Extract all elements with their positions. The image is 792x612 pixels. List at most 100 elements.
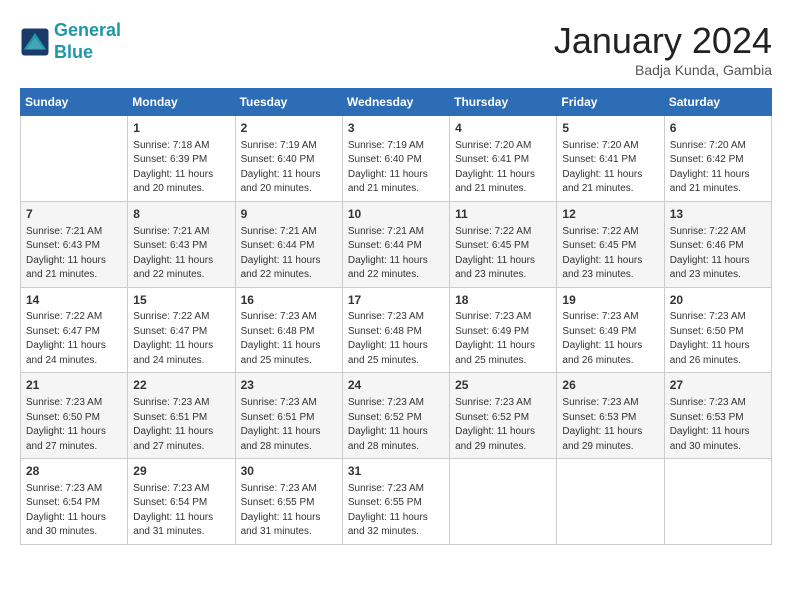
- day-header-monday: Monday: [128, 89, 235, 116]
- day-number: 31: [348, 463, 444, 480]
- day-number: 21: [26, 377, 122, 394]
- calendar-cell: 7Sunrise: 7:21 AM Sunset: 6:43 PM Daylig…: [21, 201, 128, 287]
- calendar-cell: 21 Sunrise: 7:23 AM Sunset: 6:50 PM Dayli…: [21, 373, 128, 459]
- day-number: 7: [26, 206, 122, 223]
- day-info: Sunrise: 7:23 AM Sunset: 6:50 PM Dayligh…: [26, 396, 122, 454]
- day-number: 17: [348, 292, 444, 309]
- calendar-cell: 30Sunrise: 7:23 AM Sunset: 6:55 PM Dayli…: [235, 459, 342, 545]
- day-header-sunday: Sunday: [21, 89, 128, 116]
- day-number: 18: [455, 292, 551, 309]
- day-number: 4: [455, 120, 551, 137]
- day-header-thursday: Thursday: [450, 89, 557, 116]
- month-title: January 2024: [554, 20, 772, 62]
- day-number: 12: [562, 206, 658, 223]
- day-info: Sunrise: 7:21 AM Sunset: 6:43 PM Dayligh…: [133, 225, 229, 283]
- calendar-cell: 8 Sunrise: 7:21 AM Sunset: 6:43 PM Daylig…: [128, 201, 235, 287]
- day-info: Sunrise: 7:23 AM Sunset: 6:54 PM Dayligh…: [133, 482, 229, 540]
- day-number: 6: [670, 120, 766, 137]
- calendar-cell: 13 Sunrise: 7:22 AM Sunset: 6:46 PM Dayli…: [664, 201, 771, 287]
- week-row-3: 14Sunrise: 7:22 AM Sunset: 6:47 PM Dayli…: [21, 287, 772, 373]
- day-info: Sunrise: 7:19 AM Sunset: 6:40 PM Dayligh…: [241, 139, 337, 197]
- week-row-2: 7 Sunrise: 7:21 AM Sunset: 6:43 PM Daylig…: [21, 201, 772, 287]
- calendar-cell: 31 Sunrise: 7:23 AM Sunset: 6:55 PM Dayli…: [342, 459, 449, 545]
- calendar-cell: 24Sunrise: 7:23 AM Sunset: 6:52 PM Dayli…: [342, 373, 449, 459]
- day-number: 15: [133, 292, 229, 309]
- day-info: Sunrise: 7:23 AM Sunset: 6:53 PM Dayligh…: [562, 396, 658, 454]
- day-header-wednesday: Wednesday: [342, 89, 449, 116]
- calendar-header-row: SundayMondayTuesdayWednesdayThursdayFrid…: [21, 89, 772, 116]
- title-block: January 2024 Badja Kunda, Gambia: [554, 20, 772, 78]
- calendar-cell: 23 Sunrise: 7:23 AM Sunset: 6:51 PM Dayli…: [235, 373, 342, 459]
- day-number: 23: [241, 377, 337, 394]
- day-info: Sunrise: 7:22 AM Sunset: 6:45 PM Dayligh…: [455, 225, 551, 283]
- calendar-cell: 4 Sunrise: 7:20 AM Sunset: 6:41 PM Daylig…: [450, 116, 557, 202]
- day-info: Sunrise: 7:21 AM Sunset: 6:44 PM Dayligh…: [241, 225, 337, 283]
- day-number: 20: [670, 292, 766, 309]
- day-info: Sunrise: 7:23 AM Sunset: 6:52 PM Dayligh…: [348, 396, 444, 454]
- day-info: Sunrise: 7:23 AM Sunset: 6:54 PM Dayligh…: [26, 482, 122, 540]
- calendar-cell: 2 Sunrise: 7:19 AM Sunset: 6:40 PM Daylig…: [235, 116, 342, 202]
- calendar-cell: 6Sunrise: 7:20 AM Sunset: 6:42 PM Daylig…: [664, 116, 771, 202]
- calendar-cell: 18Sunrise: 7:23 AM Sunset: 6:49 PM Dayli…: [450, 287, 557, 373]
- day-number: 5: [562, 120, 658, 137]
- calendar-cell: 19Sunrise: 7:23 AM Sunset: 6:49 PM Dayli…: [557, 287, 664, 373]
- day-info: Sunrise: 7:22 AM Sunset: 6:46 PM Dayligh…: [670, 225, 766, 283]
- calendar-cell: 28 Sunrise: 7:23 AM Sunset: 6:54 PM Dayli…: [21, 459, 128, 545]
- day-info: Sunrise: 7:22 AM Sunset: 6:47 PM Dayligh…: [26, 310, 122, 368]
- day-number: 8: [133, 206, 229, 223]
- calendar-cell: 3Sunrise: 7:19 AM Sunset: 6:40 PM Daylig…: [342, 116, 449, 202]
- day-number: 10: [348, 206, 444, 223]
- day-number: 2: [241, 120, 337, 137]
- day-number: 14: [26, 292, 122, 309]
- calendar-cell: 27 Sunrise: 7:23 AM Sunset: 6:53 PM Dayli…: [664, 373, 771, 459]
- calendar-cell: [557, 459, 664, 545]
- day-info: Sunrise: 7:18 AM Sunset: 6:39 PM Dayligh…: [133, 139, 229, 197]
- calendar-cell: 22Sunrise: 7:23 AM Sunset: 6:51 PM Dayli…: [128, 373, 235, 459]
- day-info: Sunrise: 7:22 AM Sunset: 6:47 PM Dayligh…: [133, 310, 229, 368]
- calendar-cell: [664, 459, 771, 545]
- day-number: 13: [670, 206, 766, 223]
- day-number: 27: [670, 377, 766, 394]
- day-number: 3: [348, 120, 444, 137]
- logo: General Blue: [20, 20, 121, 63]
- page-header: General Blue January 2024 Badja Kunda, G…: [20, 20, 772, 78]
- calendar-cell: 14Sunrise: 7:22 AM Sunset: 6:47 PM Dayli…: [21, 287, 128, 373]
- logo-line1: General: [54, 20, 121, 40]
- week-row-4: 21 Sunrise: 7:23 AM Sunset: 6:50 PM Dayli…: [21, 373, 772, 459]
- day-header-friday: Friday: [557, 89, 664, 116]
- day-number: 1: [133, 120, 229, 137]
- day-number: 11: [455, 206, 551, 223]
- day-number: 9: [241, 206, 337, 223]
- day-info: Sunrise: 7:23 AM Sunset: 6:53 PM Dayligh…: [670, 396, 766, 454]
- day-number: 28: [26, 463, 122, 480]
- day-info: Sunrise: 7:23 AM Sunset: 6:51 PM Dayligh…: [241, 396, 337, 454]
- day-info: Sunrise: 7:23 AM Sunset: 6:49 PM Dayligh…: [562, 310, 658, 368]
- calendar-cell: 29 Sunrise: 7:23 AM Sunset: 6:54 PM Dayli…: [128, 459, 235, 545]
- calendar-cell: 25 Sunrise: 7:23 AM Sunset: 6:52 PM Dayli…: [450, 373, 557, 459]
- day-info: Sunrise: 7:23 AM Sunset: 6:48 PM Dayligh…: [241, 310, 337, 368]
- day-number: 30: [241, 463, 337, 480]
- day-header-saturday: Saturday: [664, 89, 771, 116]
- day-info: Sunrise: 7:21 AM Sunset: 6:44 PM Dayligh…: [348, 225, 444, 283]
- day-number: 26: [562, 377, 658, 394]
- calendar-cell: 1 Sunrise: 7:18 AM Sunset: 6:39 PM Daylig…: [128, 116, 235, 202]
- calendar-cell: 16Sunrise: 7:23 AM Sunset: 6:48 PM Dayli…: [235, 287, 342, 373]
- day-number: 25: [455, 377, 551, 394]
- day-info: Sunrise: 7:23 AM Sunset: 6:50 PM Dayligh…: [670, 310, 766, 368]
- day-header-tuesday: Tuesday: [235, 89, 342, 116]
- day-info: Sunrise: 7:23 AM Sunset: 6:55 PM Dayligh…: [348, 482, 444, 540]
- calendar-cell: 26 Sunrise: 7:23 AM Sunset: 6:53 PM Dayli…: [557, 373, 664, 459]
- day-info: Sunrise: 7:20 AM Sunset: 6:41 PM Dayligh…: [455, 139, 551, 197]
- calendar-cell: 17Sunrise: 7:23 AM Sunset: 6:48 PM Dayli…: [342, 287, 449, 373]
- week-row-5: 28 Sunrise: 7:23 AM Sunset: 6:54 PM Dayli…: [21, 459, 772, 545]
- location-subtitle: Badja Kunda, Gambia: [554, 62, 772, 78]
- day-info: Sunrise: 7:23 AM Sunset: 6:52 PM Dayligh…: [455, 396, 551, 454]
- calendar-cell: 11 Sunrise: 7:22 AM Sunset: 6:45 PM Dayli…: [450, 201, 557, 287]
- day-number: 29: [133, 463, 229, 480]
- day-info: Sunrise: 7:23 AM Sunset: 6:48 PM Dayligh…: [348, 310, 444, 368]
- calendar-table: SundayMondayTuesdayWednesdayThursdayFrid…: [20, 88, 772, 545]
- day-number: 19: [562, 292, 658, 309]
- calendar-cell: [21, 116, 128, 202]
- calendar-cell: 12Sunrise: 7:22 AM Sunset: 6:45 PM Dayli…: [557, 201, 664, 287]
- calendar-cell: 10 Sunrise: 7:21 AM Sunset: 6:44 PM Dayli…: [342, 201, 449, 287]
